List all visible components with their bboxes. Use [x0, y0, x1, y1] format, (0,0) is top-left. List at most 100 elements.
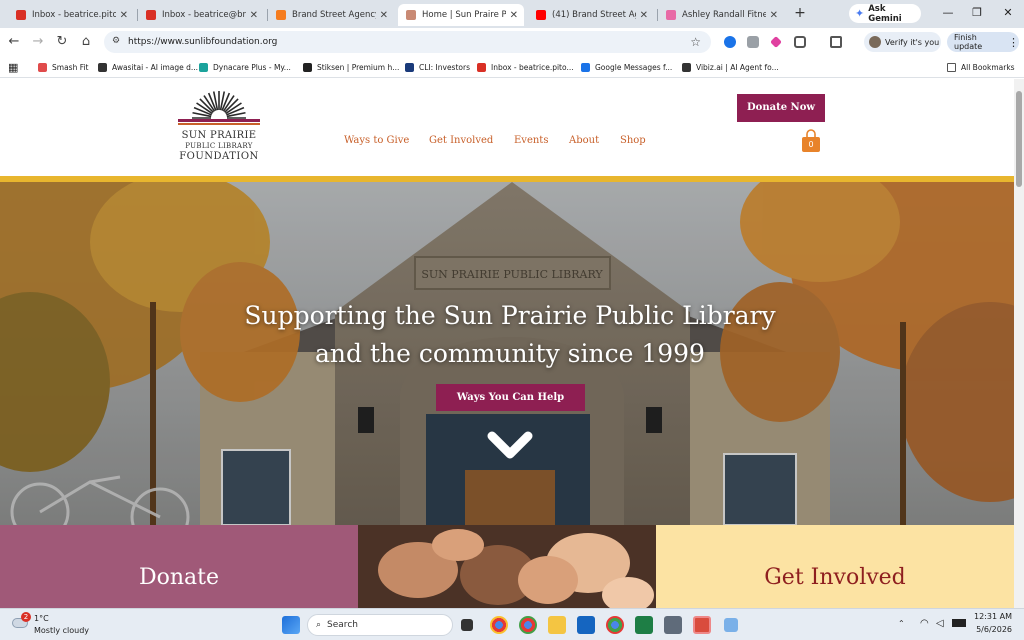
extensions-puzzle-icon[interactable]: [794, 36, 806, 48]
bookmark-item[interactable]: Google Messages f...: [581, 60, 672, 74]
bookmark-item[interactable]: CLI: Investors: [405, 60, 470, 74]
browser-tab[interactable]: (41) Brand Street Agen ✕: [528, 4, 654, 26]
snip-sketch-icon[interactable]: [724, 618, 738, 632]
bookmark-favicon-icon: [682, 62, 691, 72]
tab-title: Ashley Randall Fitness: [682, 10, 766, 20]
clock-date[interactable]: 5/6/2026: [966, 625, 1012, 634]
bookmark-item[interactable]: Vibiz.ai | AI Agent fo...: [682, 60, 779, 74]
site-header: SUN PRAIRIE PUBLIC LIBRARY FOUNDATION Wa…: [0, 79, 1014, 176]
file-explorer-icon[interactable]: [548, 616, 566, 634]
wifi-icon[interactable]: ◠: [920, 618, 929, 629]
browser-tab[interactable]: Inbox - beatrice.pitoco ✕: [8, 4, 134, 26]
cart-count: 0: [808, 140, 814, 149]
extension-icon[interactable]: [770, 36, 782, 48]
close-tab-icon[interactable]: ✕: [120, 10, 128, 21]
maximize-button[interactable]: ❐: [963, 4, 991, 22]
bookmark-favicon-icon: [581, 62, 590, 72]
reload-button[interactable]: ↻: [54, 34, 70, 50]
chrome-profile-icon[interactable]: [519, 616, 537, 634]
menu-dots-icon[interactable]: ⋮: [1008, 36, 1019, 49]
nav-events[interactable]: Events: [514, 135, 548, 146]
site-info-icon[interactable]: ⚙: [112, 36, 123, 47]
browser-tab[interactable]: Inbox - beatrice@brand ✕: [138, 4, 264, 26]
clock-time[interactable]: 12:31 AM: [966, 612, 1012, 621]
taskbar-search[interactable]: ⌕ Search: [307, 614, 453, 636]
scrollbar-thumb[interactable]: [1016, 91, 1022, 187]
cart-button[interactable]: 0: [801, 129, 821, 153]
all-bookmarks-button[interactable]: All Bookmarks: [947, 60, 1015, 74]
weather-widget[interactable]: 2 1°C Mostly cloudy: [10, 612, 100, 638]
windows-taskbar: 2 1°C Mostly cloudy ⌕ Search ⌃ ◠ ◁ 12:31…: [0, 608, 1024, 640]
verify-label: Verify it's you: [885, 37, 940, 47]
bookmark-label: Stiksen | Premium h...: [317, 62, 400, 72]
tray-chevron-icon[interactable]: ⌃: [898, 619, 905, 628]
close-tab-icon[interactable]: ✕: [380, 10, 388, 21]
donate-now-button[interactable]: Donate Now: [737, 94, 825, 122]
bookmark-favicon-icon: [405, 62, 414, 72]
apps-grid-icon[interactable]: ▦: [8, 60, 18, 74]
ways-you-can-help-button[interactable]: Ways You Can Help: [436, 384, 585, 411]
snipping-tool-icon[interactable]: [693, 616, 711, 634]
bookmark-item[interactable]: Inbox - beatrice.pito...: [477, 60, 574, 74]
weather-badge: 2: [21, 612, 31, 622]
address-bar[interactable]: ⚙ https://www.sunlibfoundation.org ☆: [104, 31, 711, 53]
extension-icon[interactable]: [724, 36, 736, 48]
bookmark-label: Smash Fit: [52, 62, 89, 72]
hero-title-line-1: Supporting the Sun Prairie Public Librar…: [244, 301, 776, 330]
close-tab-icon[interactable]: ✕: [510, 10, 518, 21]
windows-start-icon[interactable]: [282, 616, 300, 634]
taskbar-search-label: Search: [327, 620, 358, 630]
chrome-profile-icon[interactable]: [606, 616, 624, 634]
new-tab-button[interactable]: +: [792, 5, 808, 21]
forward-button[interactable]: →: [30, 34, 46, 50]
bookmark-label: Dynacare Plus - My...: [213, 62, 291, 72]
close-tab-icon[interactable]: ✕: [770, 10, 778, 21]
temperature: 1°C: [34, 614, 49, 623]
close-tab-icon[interactable]: ✕: [250, 10, 258, 21]
nav-get-involved[interactable]: Get Involved: [429, 135, 493, 146]
nav-about[interactable]: About: [569, 135, 599, 146]
bookmark-item[interactable]: Smash Fit: [38, 60, 89, 74]
nav-shop[interactable]: Shop: [620, 135, 646, 146]
minimize-button[interactable]: —: [934, 4, 962, 22]
chrome-icon[interactable]: [490, 616, 508, 634]
extension-icon[interactable]: [747, 36, 759, 48]
volume-icon[interactable]: ◁: [936, 618, 944, 629]
site-logo[interactable]: SUN PRAIRIE PUBLIC LIBRARY FOUNDATION: [178, 89, 260, 169]
bookmark-star-icon[interactable]: ☆: [690, 35, 701, 49]
nav-ways-to-give[interactable]: Ways to Give: [344, 135, 409, 146]
finish-update-button[interactable]: Finish update ⋮: [947, 32, 1019, 52]
donate-tile[interactable]: Donate: [0, 525, 358, 608]
browser-tab[interactable]: Ashley Randall Fitness ✕: [658, 4, 784, 26]
home-button[interactable]: ⌂: [78, 34, 94, 50]
logo-line-1: SUN PRAIRIE: [181, 130, 257, 141]
donate-tile-label: Donate: [138, 565, 220, 590]
task-view-icon[interactable]: [461, 619, 473, 631]
browser-tab[interactable]: Brand Street Agency | B ✕: [268, 4, 394, 26]
close-window-button[interactable]: ✕: [994, 4, 1022, 22]
tab-search-icon[interactable]: [830, 36, 842, 48]
calculator-icon[interactable]: [664, 616, 682, 634]
sunburst-logo-icon: [178, 91, 260, 125]
bookmark-label: Inbox - beatrice.pito...: [491, 62, 574, 72]
close-tab-icon[interactable]: ✕: [640, 10, 648, 21]
bookmark-item[interactable]: Dynacare Plus - My...: [199, 60, 291, 74]
ask-gemini-button[interactable]: ✦ Ask Gemini: [849, 4, 921, 24]
excel-icon[interactable]: [635, 616, 653, 634]
bookmark-favicon-icon: [477, 62, 486, 72]
tab-title: Inbox - beatrice.pitoco: [32, 10, 116, 20]
bookmark-item[interactable]: Stiksen | Premium h...: [303, 60, 399, 74]
scroll-down-chevron-icon[interactable]: [487, 428, 533, 464]
page-scrollbar[interactable]: [1014, 79, 1024, 608]
browser-tab[interactable]: Home | Sun Praire Pub ✕: [398, 4, 524, 26]
hero-title-line-2: and the community since 1999: [315, 339, 705, 368]
verify-profile-button[interactable]: Verify it's you: [864, 32, 941, 52]
weather-condition: Mostly cloudy: [34, 626, 89, 635]
get-involved-tile[interactable]: Get Involved: [656, 525, 1014, 608]
bookmark-label: CLI: Investors: [419, 62, 470, 72]
battery-icon[interactable]: [952, 619, 966, 627]
bookmark-item[interactable]: Awasitai - AI image d...: [98, 60, 198, 74]
search-icon: ⌕: [316, 620, 322, 630]
back-button[interactable]: ←: [6, 34, 22, 50]
outlook-icon[interactable]: [577, 616, 595, 634]
